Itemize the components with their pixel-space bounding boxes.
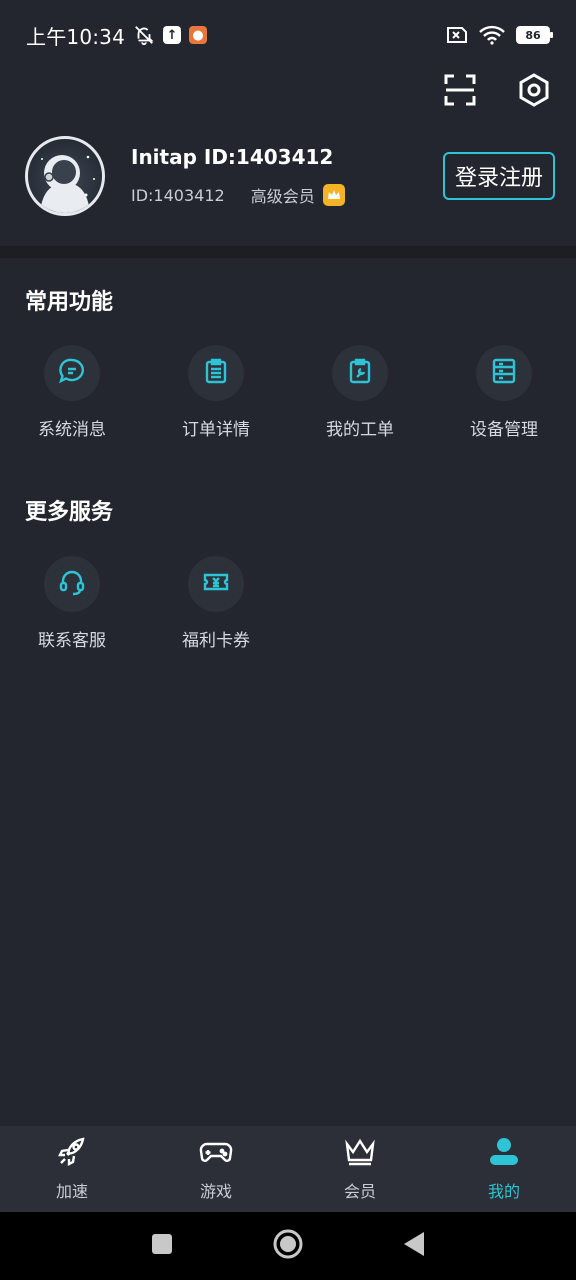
icon-circle (332, 345, 388, 401)
nav-label: 我的 (487, 1182, 520, 1201)
no-sim-icon (444, 25, 468, 45)
icon-circle (44, 345, 100, 401)
status-left: 上午10:34 ↑ ● (26, 21, 208, 50)
system-nav-bar (0, 1212, 576, 1280)
crown-icon (343, 1136, 377, 1172)
common-functions-grid: 系统消息 订单详情 我的工单 设备管理 (0, 345, 576, 440)
scan-icon (443, 73, 477, 111)
system-messages-item[interactable]: 系统消息 (0, 345, 144, 440)
headset-icon (58, 568, 86, 600)
customer-service-item[interactable]: 联系客服 (0, 556, 144, 651)
message-bubble-icon (58, 357, 86, 389)
grid-label: 设备管理 (470, 420, 538, 440)
upload-app-icon: ↑ (163, 26, 182, 44)
server-icon (490, 357, 518, 389)
notification-app-icon: ● (189, 26, 208, 44)
grid-label: 订单详情 (182, 420, 250, 440)
nav-label: 会员 (343, 1182, 376, 1201)
wrench-clipboard-icon (346, 357, 374, 389)
more-services-grid: 联系客服 福利卡券 (0, 556, 576, 651)
bottom-nav: 加速 游戏 会员 我的 (0, 1126, 576, 1212)
login-register-button[interactable]: 登录注册 (442, 152, 555, 200)
settings-icon (516, 72, 552, 112)
rocket-icon (56, 1136, 88, 1172)
profile-text: Initap ID:1403412 ID:1403412 高级会员 (131, 145, 345, 207)
recent-apps-button[interactable] (145, 1229, 179, 1263)
member-level: 高级会员 (250, 187, 315, 206)
astronaut-avatar-icon (40, 155, 95, 213)
nav-label: 加速 (55, 1182, 88, 1201)
nav-item-membership[interactable]: 会员 (288, 1126, 432, 1212)
device-management-item[interactable]: 设备管理 (432, 345, 576, 440)
settings-button[interactable] (514, 72, 554, 112)
grid-label: 福利卡券 (182, 631, 250, 651)
profile-card: Initap ID:1403412 ID:1403412 高级会员 登录注册 (25, 136, 555, 216)
order-details-item[interactable]: 订单详情 (144, 345, 288, 440)
back-button[interactable] (397, 1229, 431, 1263)
profile-name: Initap ID:1403412 (131, 145, 334, 169)
clipboard-icon (202, 357, 230, 389)
common-functions-title: 常用功能 (25, 290, 114, 315)
section-divider (0, 246, 576, 258)
status-bar: 上午10:34 ↑ ● 86 (0, 0, 576, 70)
profile-id: ID:1403412 (131, 185, 225, 205)
ticket-icon (202, 568, 230, 600)
nav-item-accelerate[interactable]: 加速 (0, 1126, 144, 1212)
profile-sub: ID:1403412 高级会员 (131, 183, 345, 207)
status-right: 86 (444, 24, 553, 46)
icon-circle (44, 556, 100, 612)
grid-label: 联系客服 (38, 631, 106, 651)
status-time: 上午10:34 (26, 24, 126, 49)
home-button[interactable] (271, 1229, 305, 1263)
nav-label: 游戏 (199, 1182, 232, 1201)
home-circle-icon (272, 1228, 304, 1264)
nav-item-games[interactable]: 游戏 (144, 1126, 288, 1212)
battery-icon: 86 (516, 26, 553, 44)
square-icon (151, 1233, 173, 1259)
more-services-title: 更多服务 (25, 500, 114, 525)
back-triangle-icon (402, 1231, 426, 1261)
scan-button[interactable] (440, 72, 480, 112)
vip-crown-icon (322, 184, 345, 206)
grid-label: 系统消息 (38, 420, 106, 440)
icon-circle (476, 345, 532, 401)
user-icon (487, 1136, 521, 1172)
icon-circle (188, 556, 244, 612)
my-tickets-item[interactable]: 我的工单 (288, 345, 432, 440)
avatar[interactable] (25, 136, 105, 216)
wifi-icon (478, 24, 506, 46)
coupons-item[interactable]: 福利卡券 (144, 556, 288, 651)
icon-circle (188, 345, 244, 401)
grid-label: 我的工单 (326, 420, 394, 440)
nav-item-mine[interactable]: 我的 (432, 1126, 576, 1212)
gamepad-icon (199, 1136, 233, 1172)
top-actions (440, 72, 554, 112)
mute-bell-icon (133, 24, 155, 46)
